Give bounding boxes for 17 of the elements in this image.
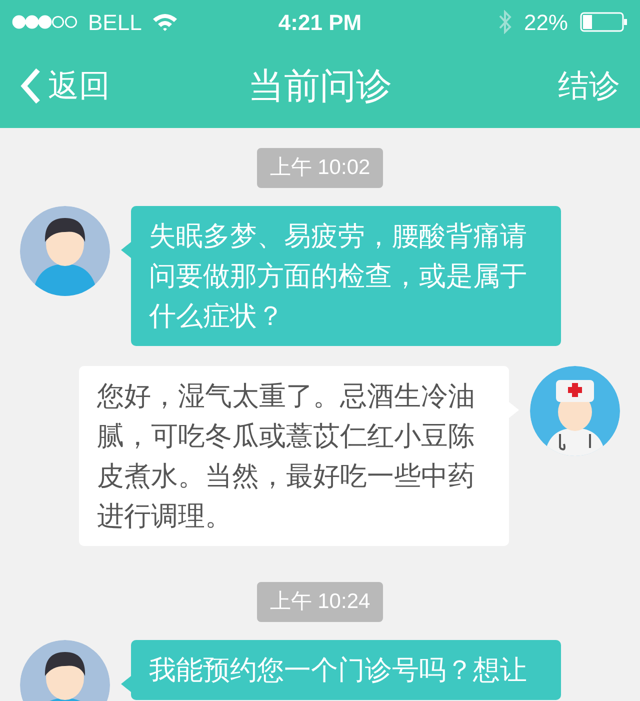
doctor-avatar-icon — [530, 366, 620, 456]
battery-icon — [580, 12, 628, 32]
back-button[interactable]: 返回 — [20, 62, 110, 110]
chevron-left-icon — [20, 67, 42, 105]
carrier-name: BELL — [88, 8, 142, 36]
end-consultation-button[interactable]: 结诊 — [558, 62, 620, 110]
wifi-icon — [152, 12, 178, 32]
signal-strength-icon — [12, 15, 78, 29]
timestamp: 上午 10:02 — [256, 148, 384, 188]
bubble-tail — [121, 242, 131, 258]
clock-time: 4:21 PM — [278, 8, 362, 36]
user-avatar-icon — [20, 206, 110, 296]
bubble-tail — [121, 676, 131, 692]
page-title: 当前问诊 — [248, 64, 392, 108]
battery-percentage: 22% — [524, 8, 568, 36]
timestamp: 上午 10:24 — [256, 582, 384, 622]
bluetooth-icon — [498, 10, 512, 34]
